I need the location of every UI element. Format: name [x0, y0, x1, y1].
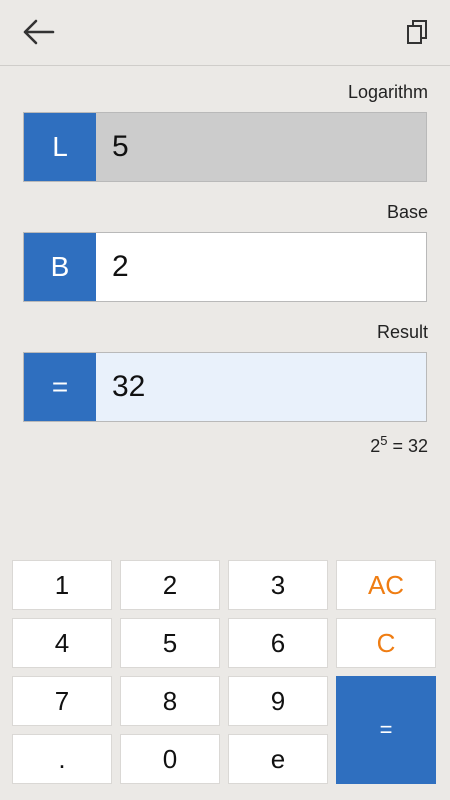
key-6[interactable]: 6 — [228, 618, 328, 668]
result-output[interactable]: 32 — [96, 353, 426, 421]
key-7[interactable]: 7 — [12, 676, 112, 726]
key-e[interactable]: e — [228, 734, 328, 784]
formula-rest: = 32 — [387, 436, 428, 456]
clear-button[interactable]: C — [336, 618, 436, 668]
result-field[interactable]: = 32 — [23, 352, 427, 422]
back-button[interactable] — [18, 14, 58, 50]
all-clear-button[interactable]: AC — [336, 560, 436, 610]
result-label: Result — [376, 322, 428, 342]
formula-base: 2 — [370, 436, 381, 456]
copy-icon — [407, 20, 427, 44]
copy-button[interactable] — [400, 14, 434, 50]
top-bar — [0, 0, 450, 66]
equals-button[interactable]: = — [336, 676, 436, 784]
key-4[interactable]: 4 — [12, 618, 112, 668]
key-8[interactable]: 8 — [120, 676, 220, 726]
key-2[interactable]: 2 — [120, 560, 220, 610]
formula-text: 25 = 32 — [370, 433, 428, 457]
logarithm-tag: L — [24, 113, 96, 181]
keypad: 1 2 3 AC 4 5 6 C 7 8 9 = . 0 e — [12, 560, 438, 784]
result-tag: = — [24, 353, 96, 421]
base-tag: B — [24, 233, 96, 301]
key-9[interactable]: 9 — [228, 676, 328, 726]
arrow-left-icon — [23, 19, 55, 45]
key-0[interactable]: 0 — [120, 734, 220, 784]
base-field[interactable]: B 2 — [23, 232, 427, 302]
key-5[interactable]: 5 — [120, 618, 220, 668]
key-decimal[interactable]: . — [12, 734, 112, 784]
base-input[interactable]: 2 — [96, 233, 426, 301]
logarithm-input[interactable]: 5 — [96, 113, 426, 181]
key-1[interactable]: 1 — [12, 560, 112, 610]
key-3[interactable]: 3 — [228, 560, 328, 610]
logarithm-label: Logarithm — [347, 82, 428, 102]
base-label: Base — [386, 202, 428, 222]
logarithm-field[interactable]: L 5 — [23, 112, 427, 182]
